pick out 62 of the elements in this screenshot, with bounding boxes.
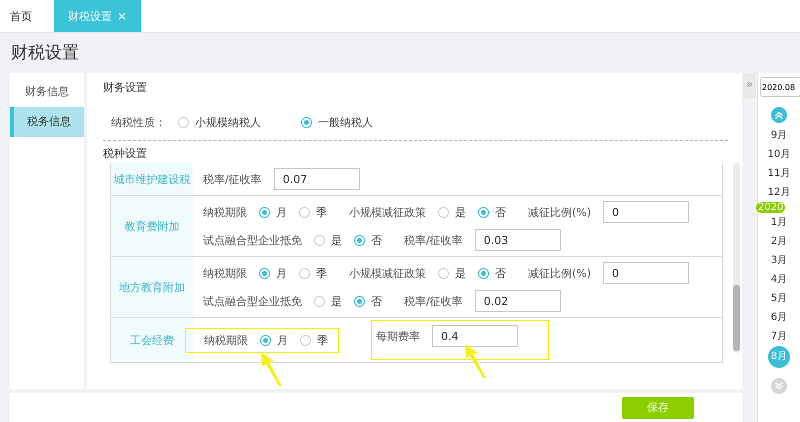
tax-name-cell: 教育费附加 xyxy=(111,196,193,256)
radio-option[interactable]: 月 xyxy=(259,204,287,220)
field-label: 税率/征收率 xyxy=(404,232,463,248)
field-label: 减征比例(%) xyxy=(528,266,592,280)
field-label: 纳税性质： xyxy=(111,115,166,130)
month-item[interactable]: 3月 xyxy=(770,251,788,270)
month-item[interactable]: 10月 xyxy=(768,145,790,164)
field-label: 试点融合型企业抵免 xyxy=(203,294,302,308)
field-label: 小规模减征政策 xyxy=(349,204,426,220)
page-title: 财税设置 xyxy=(10,42,80,65)
radio-option[interactable]: 小规模纳税人 xyxy=(178,115,261,130)
input-field[interactable]: 0.02 xyxy=(474,290,561,312)
radio-option[interactable]: 否 xyxy=(478,204,506,220)
input-field[interactable]: 0 xyxy=(603,201,690,223)
radio-option[interactable]: 季 xyxy=(299,204,327,220)
tax-name-cell: 城市维护建设税 xyxy=(111,163,193,195)
month-item[interactable]: 7月 xyxy=(770,327,788,346)
radio-option[interactable]: 季 xyxy=(300,332,328,348)
page-tab[interactable]: 首页 xyxy=(0,0,42,32)
section-title: 财务设置 xyxy=(103,80,148,96)
field-label: 税率/征收率 xyxy=(203,172,262,186)
month-item[interactable]: 1月 xyxy=(770,213,788,232)
month-item[interactable]: 9月 xyxy=(770,126,788,145)
field-label: 每期费率 xyxy=(376,328,420,344)
tax-name-cell: 地方教育附加 xyxy=(111,257,193,317)
field-label: 减征比例(%) xyxy=(528,204,592,220)
radio-option[interactable]: 月 xyxy=(259,266,287,280)
year-badge: 2020 xyxy=(756,202,786,213)
month-item[interactable]: 6月 xyxy=(770,308,788,327)
radio-option[interactable]: 是 xyxy=(438,266,466,280)
radio-option[interactable]: 是 xyxy=(438,204,466,220)
tax-name-cell: 工会经费 xyxy=(111,318,193,362)
date-field[interactable]: 2020.08 xyxy=(760,77,800,97)
month-item[interactable]: 2月 xyxy=(770,232,788,251)
radio-option[interactable]: 否 xyxy=(354,294,382,308)
field-label: 纳税期限 xyxy=(204,332,248,348)
input-field[interactable]: 0.03 xyxy=(474,229,561,251)
scroll-down-icon[interactable] xyxy=(771,378,787,394)
radio-option[interactable]: 否 xyxy=(354,232,382,248)
sidebar-item[interactable]: 税务信息 xyxy=(10,107,84,137)
month-item[interactable]: 5月 xyxy=(770,289,788,308)
radio-option[interactable]: 季 xyxy=(299,266,327,280)
field-label: 试点融合型企业抵免 xyxy=(203,232,302,248)
field-label: 纳税期限 xyxy=(203,266,247,280)
radio-option[interactable]: 一般纳税人 xyxy=(301,115,373,130)
input-field[interactable]: 0 xyxy=(603,262,690,284)
radio-option[interactable]: 月 xyxy=(260,332,288,348)
field-label: 纳税期限 xyxy=(203,204,247,220)
radio-option[interactable]: 是 xyxy=(314,294,342,308)
field-label: 税率/征收率 xyxy=(404,294,463,308)
sidebar-item[interactable]: 财务信息 xyxy=(10,77,84,107)
radio-option[interactable]: 否 xyxy=(478,266,506,280)
month-item[interactable]: 12月 xyxy=(768,183,790,202)
month-item[interactable]: 11月 xyxy=(768,164,790,183)
field-label: 小规模减征政策 xyxy=(349,266,426,280)
section-title: 税种设置 xyxy=(103,146,148,162)
scroll-up-icon[interactable] xyxy=(771,107,787,123)
input-field[interactable]: 0.07 xyxy=(274,168,360,190)
input-field[interactable]: 0.4 xyxy=(432,325,518,347)
month-item[interactable]: 4月 xyxy=(770,270,788,289)
scrollbar[interactable] xyxy=(733,163,740,353)
radio-option[interactable]: 是 xyxy=(314,232,342,248)
